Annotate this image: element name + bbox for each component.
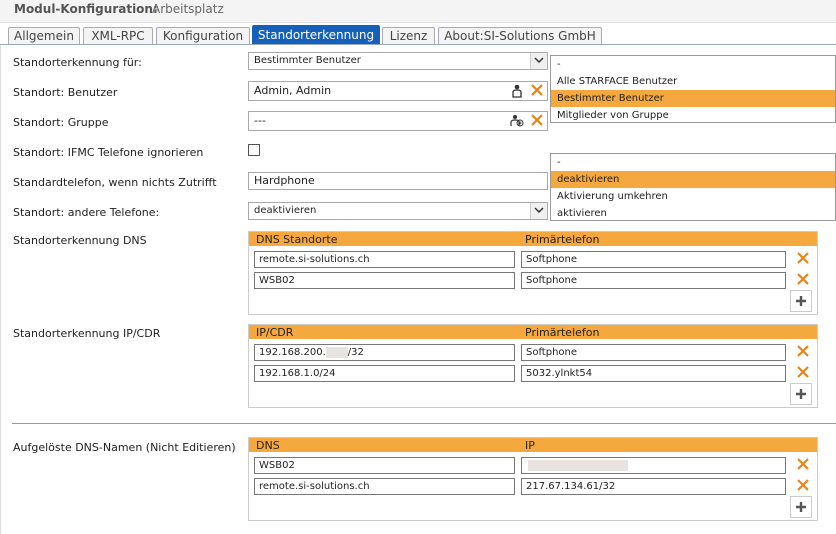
plus-icon [796, 389, 806, 399]
phone-cell[interactable]: Softphone [521, 251, 786, 268]
close-icon[interactable] [796, 272, 812, 288]
tab-lizenz[interactable]: Lizenz [382, 27, 435, 44]
label-standorterkennung-fuer: Standorterkennung für: [13, 56, 142, 69]
section-divider [12, 423, 836, 424]
ip-cell[interactable] [521, 457, 786, 474]
standorterkennung-select[interactable]: Bestimmter Benutzer [248, 52, 548, 70]
user-icon[interactable] [512, 84, 522, 101]
chevron-down-icon [530, 53, 547, 69]
close-icon[interactable] [796, 344, 812, 360]
ip-cell[interactable]: 192.168.1.0/24 [254, 365, 515, 382]
andere-telefone-select-value: deaktivieren [254, 205, 317, 216]
close-icon[interactable] [796, 365, 812, 381]
ip-table-header: IP/CDR Primärtelefon [249, 325, 817, 339]
dns-cell[interactable]: WSB02 [254, 272, 515, 289]
dns-table: DNS Standorte Primärtelefon remote.si-so… [248, 231, 818, 315]
dropdown-option[interactable]: aktivieren [551, 205, 835, 222]
add-row-button[interactable] [790, 383, 812, 405]
dns-cell[interactable]: WSB02 [254, 457, 515, 474]
label-dns-table: Standorterkennung DNS [13, 234, 147, 247]
add-row-button[interactable] [790, 496, 812, 518]
benutzer-field[interactable]: Admin, Admin [248, 81, 548, 101]
label-resolved-table: Aufgelöste DNS-Namen (Nicht Editieren) [13, 441, 236, 454]
tab-about[interactable]: About:SI-Solutions GmbH [438, 27, 602, 44]
tab-konfiguration[interactable]: Konfiguration [156, 27, 250, 44]
close-icon[interactable] [796, 251, 812, 267]
tab-xml-rpc[interactable]: XML-RPC [83, 27, 153, 44]
standorterkennung-select-value: Bestimmter Benutzer [254, 55, 361, 66]
resolved-table-header: DNS IP [249, 438, 817, 452]
chevron-down-icon [530, 203, 547, 219]
column-header: DNS [256, 439, 280, 452]
ip-cell[interactable]: 217.67.134.61/32 [521, 478, 786, 495]
column-header: IP [525, 439, 535, 452]
group-icon[interactable] [510, 114, 524, 131]
benutzer-value: Admin, Admin [254, 84, 332, 97]
label-ip-table: Standorterkennung IP/CDR [13, 327, 161, 340]
gruppe-value: --- [254, 114, 266, 127]
gruppe-field[interactable]: --- [248, 111, 548, 131]
column-header: IP/CDR [256, 326, 294, 339]
phone-cell[interactable]: Softphone [521, 344, 786, 361]
tab-divider [0, 44, 836, 45]
label-andere-telefone: Standort: andere Telefone: [13, 206, 160, 219]
dropdown-option-selected[interactable]: deaktivieren [551, 171, 835, 188]
dropdown-option[interactable]: - [551, 154, 835, 171]
page-subtitle: Arbeitsplatz [152, 2, 224, 16]
andere-telefone-select[interactable]: deaktivieren [248, 202, 548, 220]
label-ifmc: Standort: IFMC Telefone ignorieren [13, 146, 204, 159]
add-row-button[interactable] [790, 290, 812, 312]
label-standardtelefon: Standardtelefon, wenn nichts Zutrifft [13, 176, 217, 189]
close-icon[interactable] [796, 457, 812, 473]
close-icon[interactable] [796, 478, 812, 494]
label-benutzer: Standort: Benutzer [13, 86, 118, 99]
dns-cell[interactable]: remote.si-solutions.ch [254, 478, 515, 495]
ip-suffix: /32 [347, 347, 364, 358]
andere-telefone-dropdown-list: - deaktivieren Aktivierung umkehren akti… [550, 153, 836, 221]
dropdown-option-selected[interactable]: Bestimmter Benutzer [551, 90, 835, 107]
dropdown-option[interactable]: Alle STARFACE Benutzer [551, 73, 835, 90]
dropdown-option[interactable]: Mitglieder von Gruppe [551, 107, 835, 124]
standardtelefon-field[interactable]: Hardphone [248, 172, 548, 190]
label-gruppe: Standort: Gruppe [13, 116, 109, 129]
tab-allgemein[interactable]: Allgemein [8, 27, 80, 44]
phone-cell[interactable]: Softphone [521, 272, 786, 289]
ip-value: 192.168.200. [259, 347, 326, 358]
standorterkennung-dropdown-list: - Alle STARFACE Benutzer Bestimmter Benu… [550, 55, 836, 123]
close-icon[interactable] [530, 83, 546, 99]
redacted-block [528, 459, 628, 471]
standardtelefon-value: Hardphone [254, 174, 315, 187]
left-border [0, 45, 1, 534]
ip-cell[interactable]: 192.168.200. /32 [254, 344, 515, 361]
column-header: Primärtelefon [525, 233, 600, 246]
dns-table-header: DNS Standorte Primärtelefon [249, 232, 817, 246]
plus-icon [796, 296, 806, 306]
redacted-block [325, 346, 348, 358]
page-title: Modul-Konfiguration: [14, 2, 158, 16]
column-header: DNS Standorte [256, 233, 338, 246]
column-header: Primärtelefon [525, 326, 600, 339]
dropdown-option[interactable]: - [551, 56, 835, 73]
tab-standorterkennung[interactable]: Standorterkennung [252, 25, 380, 45]
ifmc-checkbox[interactable] [248, 144, 260, 156]
dns-cell[interactable]: remote.si-solutions.ch [254, 251, 515, 268]
ip-table: IP/CDR Primärtelefon 192.168.200. /32 Sof… [248, 324, 818, 408]
phone-cell[interactable]: 5032.ylnkt54 [521, 365, 786, 382]
module-header: Modul-Konfiguration: Arbeitsplatz [0, 0, 836, 23]
dropdown-option[interactable]: Aktivierung umkehren [551, 188, 835, 205]
plus-icon [796, 502, 806, 512]
close-icon[interactable] [530, 113, 546, 129]
resolved-dns-table: DNS IP WSB02 remote.si-solutions.ch 217.… [248, 437, 818, 521]
